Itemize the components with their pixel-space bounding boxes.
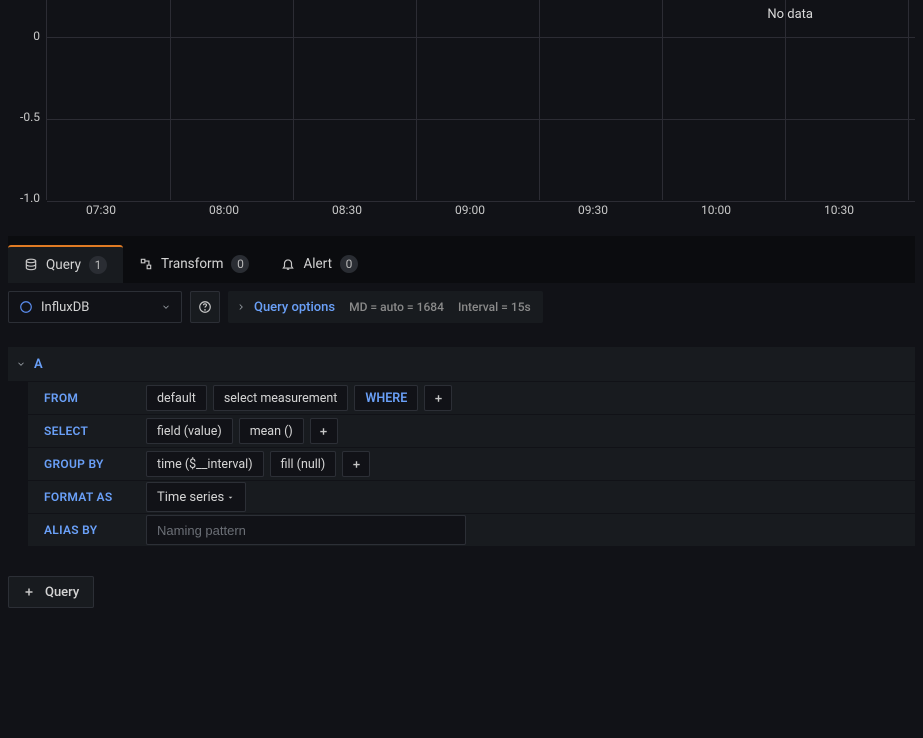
groupby-add-button[interactable]: [342, 451, 370, 477]
from-retention-segment[interactable]: default: [146, 385, 207, 411]
influxdb-icon: [19, 300, 33, 314]
select-keyword: SELECT: [28, 424, 140, 438]
groupby-row: GROUP BY time ($__interval) fill (null): [28, 448, 915, 480]
bell-icon: [281, 257, 295, 271]
datasource-help-button[interactable]: [190, 291, 220, 323]
chart-panel: No data 0 -0.5 -1.0 07:30 08:00 08:30 09…: [0, 0, 923, 236]
alias-row: ALIAS BY: [28, 514, 915, 546]
database-icon: [24, 258, 38, 272]
x-axis-label: 09:00: [455, 203, 485, 217]
tab-query-label: Query: [46, 257, 81, 273]
select-add-button[interactable]: [310, 418, 338, 444]
query-a-block: A FROM default select measurement WHERE …: [8, 347, 915, 546]
select-field-segment[interactable]: field (value): [146, 418, 233, 444]
chevron-right-icon: [236, 302, 246, 312]
add-query-button[interactable]: Query: [8, 576, 94, 608]
x-axis-label: 10:00: [701, 203, 731, 217]
groupby-fill-segment[interactable]: fill (null): [270, 451, 337, 477]
query-a-header[interactable]: A: [8, 347, 915, 381]
where-add-button[interactable]: [424, 385, 452, 411]
y-axis-label: -1.0: [0, 191, 40, 205]
x-axis-label: 07:30: [86, 203, 116, 217]
query-editor: FROM default select measurement WHERE SE…: [8, 382, 915, 546]
plus-icon: [23, 586, 35, 598]
query-options-label: Query options: [254, 300, 335, 315]
select-mean-segment[interactable]: mean (): [239, 418, 304, 444]
transform-icon: [139, 257, 153, 271]
datasource-row: InfluxDB Query options MD = auto = 1684 …: [0, 283, 923, 331]
format-row: FORMAT AS Time series: [28, 481, 915, 513]
from-keyword: FROM: [28, 391, 140, 405]
chart-grid: [46, 0, 915, 200]
tab-alert-count: 0: [340, 255, 358, 273]
query-options-md: MD = auto = 1684: [349, 300, 444, 314]
format-select-value: Time series: [157, 490, 224, 505]
groupby-keyword: GROUP BY: [28, 457, 140, 471]
where-keyword-segment[interactable]: WHERE: [354, 385, 418, 411]
datasource-select[interactable]: InfluxDB: [8, 291, 182, 323]
question-icon: [198, 300, 212, 314]
query-a-letter: A: [34, 357, 43, 372]
select-row: SELECT field (value) mean (): [28, 415, 915, 447]
groupby-time-segment[interactable]: time ($__interval): [146, 451, 264, 477]
x-axis-label: 10:30: [824, 203, 854, 217]
x-axis-label: 08:00: [209, 203, 239, 217]
x-axis-label: 08:30: [332, 203, 362, 217]
format-keyword: FORMAT AS: [28, 490, 140, 504]
tabs-row: Query 1 Transform 0 Alert 0: [8, 236, 915, 283]
from-measurement-segment[interactable]: select measurement: [213, 385, 349, 411]
alias-keyword: ALIAS BY: [28, 523, 140, 537]
no-data-label: No data: [767, 7, 813, 22]
y-axis-label: -0.5: [0, 110, 40, 124]
from-row: FROM default select measurement WHERE: [28, 382, 915, 414]
tab-query-count: 1: [89, 256, 107, 274]
tab-transform-label: Transform: [161, 256, 223, 272]
add-query-label: Query: [45, 585, 79, 600]
tab-transform[interactable]: Transform 0: [123, 245, 265, 283]
y-axis-label: 0: [0, 29, 40, 43]
caret-down-icon: [226, 493, 235, 502]
format-select[interactable]: Time series: [146, 482, 246, 512]
tab-alert-label: Alert: [303, 256, 332, 272]
alias-input[interactable]: [146, 515, 466, 545]
tab-alert[interactable]: Alert 0: [265, 245, 374, 283]
query-options-button[interactable]: Query options MD = auto = 1684 Interval …: [228, 291, 543, 323]
datasource-name: InfluxDB: [41, 300, 89, 315]
query-options-interval: Interval = 15s: [458, 300, 531, 314]
x-axis-label: 09:30: [578, 203, 608, 217]
chevron-down-icon: [16, 359, 26, 369]
tab-transform-count: 0: [231, 255, 249, 273]
chevron-down-icon: [161, 302, 171, 312]
tab-query[interactable]: Query 1: [8, 245, 123, 283]
